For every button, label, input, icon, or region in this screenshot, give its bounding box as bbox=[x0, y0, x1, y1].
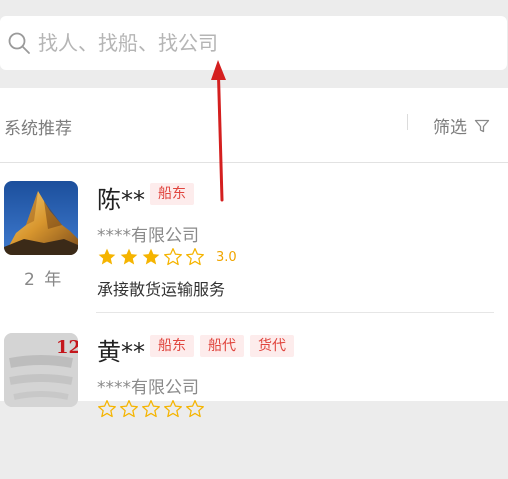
role-tag: 货代 bbox=[250, 335, 294, 357]
tag-list: 船东 船代 货代 bbox=[150, 335, 300, 357]
avatar bbox=[4, 181, 78, 255]
role-tag: 船东 bbox=[150, 183, 194, 205]
search-bar[interactable] bbox=[0, 16, 507, 70]
search-icon bbox=[8, 32, 30, 54]
section-title: 系统推荐 bbox=[4, 119, 72, 139]
svg-text:12: 12 bbox=[56, 337, 78, 358]
role-tag: 船代 bbox=[200, 335, 244, 357]
contact-name: 黄** bbox=[97, 338, 145, 366]
star-rating: 3.0 bbox=[97, 247, 237, 267]
company-card[interactable]: 12 黄** 船东 船代 货代 ****有限公司 bbox=[0, 333, 508, 479]
search-input[interactable] bbox=[38, 26, 478, 60]
role-tag: 船东 bbox=[150, 335, 194, 357]
filter-bar: 系统推荐 筛选 bbox=[0, 88, 508, 162]
filter-button[interactable]: 筛选 bbox=[433, 113, 490, 138]
service-description: 承接散货运输服务 bbox=[97, 280, 226, 299]
star-filled-icon bbox=[142, 248, 160, 265]
company-card[interactable]: 2 年 陈** 船东 ****有限公司 3.0 承接散货运输服务 bbox=[0, 181, 508, 327]
divider bbox=[0, 162, 508, 163]
star-empty-icon bbox=[164, 248, 182, 266]
star-empty-icon bbox=[164, 400, 182, 418]
rating-score: 3.0 bbox=[216, 249, 237, 265]
star-filled-icon bbox=[120, 248, 138, 265]
star-empty-icon bbox=[142, 400, 160, 418]
contact-name: 陈** bbox=[97, 186, 145, 214]
avatar: 12 bbox=[4, 333, 78, 407]
funnel-icon bbox=[474, 119, 490, 132]
star-empty-icon bbox=[98, 400, 116, 418]
years-label: 2 年 bbox=[24, 270, 64, 290]
mountain-photo bbox=[4, 181, 78, 255]
content-panel: 系统推荐 筛选 2 年 陈** 船东 ****有限公司 3.0 承接散货运输服务… bbox=[0, 88, 508, 418]
divider bbox=[407, 114, 408, 130]
star-empty-icon bbox=[120, 400, 138, 418]
star-empty-icon bbox=[186, 248, 204, 266]
company-name: ****有限公司 bbox=[97, 226, 199, 246]
filter-label: 筛选 bbox=[433, 118, 467, 138]
century-logo: 12 bbox=[4, 333, 78, 407]
divider bbox=[96, 312, 494, 313]
star-filled-icon bbox=[98, 248, 116, 265]
star-empty-icon bbox=[186, 400, 204, 418]
tag-list: 船东 bbox=[150, 183, 200, 205]
company-name: ****有限公司 bbox=[97, 378, 199, 398]
star-rating bbox=[97, 399, 207, 419]
